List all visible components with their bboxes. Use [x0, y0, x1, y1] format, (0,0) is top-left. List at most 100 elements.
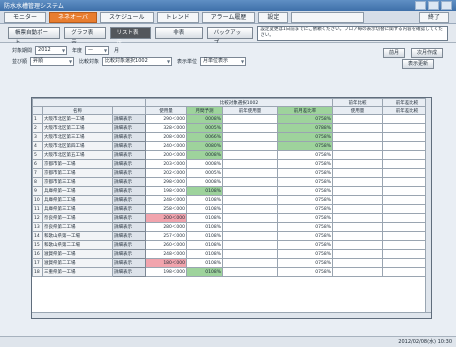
- menu-monitor[interactable]: モニター: [4, 11, 47, 23]
- filter-panel: 対象期間 2012 年度 — 月 並び順 昇順 比較対象 比較対象選択1002 …: [0, 43, 456, 72]
- monthly-forecast-value: 0108%: [186, 249, 223, 259]
- row-name: 三重県第一工場: [42, 267, 113, 277]
- horizontal-scrollbar[interactable]: [32, 312, 431, 318]
- monthly-forecast-value: 0005%: [186, 123, 223, 133]
- detail-button[interactable]: 詳細表示: [112, 123, 146, 133]
- target-select[interactable]: 月単位表示: [200, 57, 247, 66]
- previous-month-button[interactable]: 前月: [383, 48, 406, 58]
- comparison-usage-value: [332, 123, 384, 133]
- row-number: 1: [32, 114, 43, 124]
- next-month-button[interactable]: 次月作成: [411, 48, 444, 58]
- usage-value: 203＜000: [145, 159, 187, 169]
- previous-month-ratio-value: 0758%: [276, 204, 334, 214]
- menu-trend[interactable]: トレンド: [156, 11, 199, 23]
- detail-button[interactable]: 詳細表示: [112, 168, 146, 178]
- row-name: 兵庫県第三工場: [42, 204, 113, 214]
- detail-button[interactable]: 詳細表示: [112, 132, 146, 142]
- group-header-compare: 比較対象選択1002: [144, 98, 334, 107]
- graph-view-button[interactable]: グラフ表示: [64, 27, 106, 46]
- monthly-forecast-value: 0108%: [186, 222, 223, 232]
- comparison-usage-value: [332, 204, 384, 214]
- usage-value: 208＜000: [145, 132, 187, 142]
- detail-button[interactable]: 詳細表示: [112, 195, 146, 205]
- previous-month-ratio-value: 0758%: [276, 114, 334, 124]
- usage-value: 248＜000: [145, 249, 187, 259]
- menu-alarm-history[interactable]: アラーム履歴: [201, 11, 256, 23]
- month-select[interactable]: —: [85, 46, 110, 55]
- refresh-display-button[interactable]: 表示更新: [402, 59, 435, 69]
- previous-year-usage-value: [222, 159, 278, 169]
- menu-exit[interactable]: 終了: [418, 11, 449, 23]
- comparison-usage-value: [332, 132, 384, 142]
- detail-button[interactable]: 詳細表示: [112, 222, 146, 232]
- detail-button[interactable]: 詳細表示: [112, 249, 146, 259]
- unit-label: 並び順: [12, 59, 28, 65]
- list-view-button[interactable]: リスト表示: [109, 27, 151, 46]
- previous-year-usage-value: [222, 123, 278, 133]
- previous-month-ratio-value: 0758%: [276, 267, 334, 277]
- previous-year-usage-value: [222, 222, 278, 232]
- comparison-usage-value: [332, 267, 384, 277]
- detail-button[interactable]: 詳細表示: [112, 267, 146, 277]
- detail-button[interactable]: 詳細表示: [112, 186, 146, 196]
- detail-button[interactable]: 詳細表示: [112, 141, 146, 151]
- monthly-forecast-value: 0108%: [186, 204, 223, 214]
- detail-button[interactable]: 詳細表示: [112, 150, 146, 160]
- comparison-usage-value: [332, 186, 384, 196]
- previous-month-ratio-value: 0758%: [276, 141, 334, 151]
- data-table: 比較対象選択1002 前年比較 前年差比較 名称 使用量 月間予測 前年使用量 …: [31, 97, 432, 319]
- period-select[interactable]: 2012: [35, 46, 68, 55]
- detail-button[interactable]: 詳細表示: [112, 204, 146, 214]
- previous-year-usage-value: [222, 114, 278, 124]
- close-icon[interactable]: [441, 1, 452, 10]
- monthly-forecast-value: 0108%: [186, 240, 223, 250]
- table-row: 3 大阪市北区第三工場 詳細表示 208＜000 0066% 0758%: [32, 132, 431, 142]
- menu-settings[interactable]: 設定: [258, 11, 289, 23]
- report-export-button[interactable]: 帳票自動ポート: [8, 27, 61, 46]
- usage-value: 198＜000: [145, 267, 187, 277]
- usage-value: 180＜000: [145, 258, 187, 268]
- usage-header: 使用量: [145, 106, 187, 115]
- detail-button[interactable]: 詳細表示: [112, 159, 146, 169]
- hide-button[interactable]: 非表: [154, 27, 203, 39]
- monthly-forecast-value: 0108%: [186, 213, 223, 223]
- row-number: 2: [32, 123, 43, 133]
- usage-value: 200＜000: [145, 150, 187, 160]
- monthly-forecast-value: 0108%: [186, 258, 223, 268]
- previous-month-ratio-value: 0758%: [276, 168, 334, 178]
- row-name: 大阪市北区第三工場: [42, 132, 113, 142]
- row-number: 5: [32, 150, 43, 160]
- row-name: 奈良県第一工場: [42, 213, 113, 223]
- monthly-forecast-header: 月間予測: [186, 106, 223, 115]
- previous-year-usage-value: [222, 231, 278, 241]
- minimize-icon[interactable]: [415, 1, 426, 10]
- backup-button[interactable]: バックアップ: [206, 27, 254, 46]
- year-label: 年度: [72, 48, 83, 54]
- detail-button[interactable]: 詳細表示: [112, 240, 146, 250]
- monthly-forecast-value: 0080%: [186, 141, 223, 151]
- display-label: 比較対象: [79, 59, 100, 65]
- month-suffix: 月: [114, 48, 120, 54]
- row-name: 大阪市北区第五工場: [42, 150, 113, 160]
- previous-month-ratio-value: 0758%: [276, 195, 334, 205]
- detail-button[interactable]: 詳細表示: [112, 258, 146, 268]
- detail-button[interactable]: 詳細表示: [112, 114, 146, 124]
- previous-year-usage-value: [222, 204, 278, 214]
- comparison-usage-value: [332, 168, 384, 178]
- row-number: 14: [32, 231, 43, 241]
- menu-schedule[interactable]: スケジュール: [99, 11, 154, 23]
- menu-energy[interactable]: ネネオーバ: [49, 11, 97, 23]
- table-row: 2 大阪市北区第二工場 詳細表示 328＜000 0005% 0788%: [32, 123, 431, 133]
- previous-year-usage-value: [222, 258, 278, 268]
- maximize-icon[interactable]: [428, 1, 439, 10]
- table-row: 13 奈良県第二工場 詳細表示 280＜000 0108% 0758%: [32, 222, 431, 232]
- table-row: 6 京都市第一工場 詳細表示 203＜000 0008% 0758%: [32, 159, 431, 169]
- detail-button[interactable]: 詳細表示: [112, 177, 146, 187]
- detail-button[interactable]: 詳細表示: [112, 231, 146, 241]
- display-select[interactable]: 比較対象選択1002: [102, 57, 173, 66]
- detail-button[interactable]: 詳細表示: [112, 213, 146, 223]
- vertical-scrollbar[interactable]: [425, 98, 431, 318]
- row-number: 3: [32, 132, 43, 142]
- unit-select[interactable]: 昇順: [30, 57, 75, 66]
- table-row: 9 兵庫県第一工場 詳細表示 198＜000 0108% 0758%: [32, 186, 431, 196]
